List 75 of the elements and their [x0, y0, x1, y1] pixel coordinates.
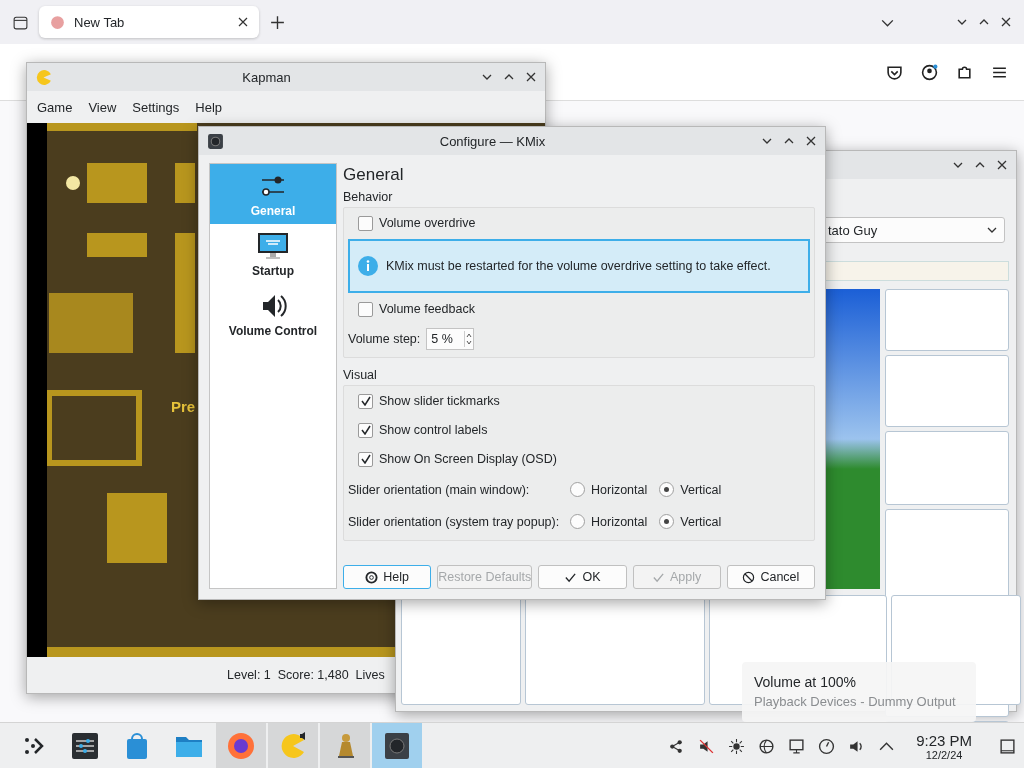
radio-label[interactable]: Vertical — [680, 514, 722, 529]
dialog-button[interactable]: OK — [538, 565, 627, 589]
pocket-icon[interactable] — [886, 63, 903, 81]
pacman-icon — [35, 68, 52, 86]
browser-tab[interactable]: New Tab — [39, 6, 259, 38]
spin-arrows-icon[interactable] — [464, 331, 474, 347]
plus-icon[interactable] — [269, 13, 286, 31]
spin-box[interactable]: 5 % — [426, 328, 475, 350]
checkbox[interactable] — [358, 301, 373, 317]
close-icon[interactable] — [525, 71, 537, 83]
clock[interactable]: 9:23 PM 12/2/24 — [916, 731, 972, 761]
notification-text: Playback Devices - Dummy Output — [754, 694, 957, 709]
notification-title: Volume at 100% — [754, 674, 857, 690]
field-label: Slider orientation (system tray popup): — [348, 514, 561, 529]
figure-icon[interactable] — [337, 734, 355, 758]
account-icon[interactable] — [921, 63, 938, 81]
show-desktop-icon[interactable] — [999, 737, 1016, 755]
checkbox[interactable] — [358, 451, 373, 467]
field-label: Slider orientation (main window): — [348, 482, 531, 497]
gauge-icon[interactable] — [818, 737, 836, 755]
info-icon — [358, 256, 378, 276]
menu-item[interactable]: View — [82, 97, 123, 117]
menu-item[interactable]: Settings — [126, 97, 186, 117]
monitor-icon — [256, 230, 290, 262]
folder-icon[interactable] — [176, 737, 202, 757]
sticker-tile[interactable] — [885, 355, 1009, 427]
radio-label[interactable]: Horizontal — [591, 514, 648, 529]
game-text: Pre — [171, 398, 196, 415]
launcher-icon[interactable] — [25, 738, 44, 754]
checkbox-label[interactable]: Show control labels — [379, 423, 488, 437]
status-text: Level: 1 Score: 1,480 Lives — [227, 668, 385, 682]
taskbar-app[interactable] — [372, 723, 422, 768]
checkbox-label[interactable]: Volume feedback — [379, 302, 475, 316]
page-heading: General — [343, 164, 405, 186]
radio-label[interactable]: Horizontal — [591, 482, 648, 497]
cancel-icon — [742, 570, 756, 584]
radio-button[interactable] — [659, 514, 675, 529]
monitor-icon[interactable] — [788, 737, 806, 755]
lifebuoy-icon — [365, 570, 379, 584]
page-item[interactable]: Startup — [210, 224, 336, 284]
muted-speaker-icon[interactable] — [698, 737, 716, 755]
message-text: KMix must be restarted for the volume overdrive setting to take effect. — [386, 259, 771, 273]
close-icon[interactable] — [996, 159, 1008, 171]
radio-button[interactable] — [570, 514, 585, 529]
dialog-button[interactable]: Cancel — [726, 565, 815, 589]
checkbox[interactable] — [358, 215, 373, 231]
section-title: Behavior — [343, 189, 394, 206]
checkbox[interactable] — [358, 422, 373, 438]
speaker-box-icon — [207, 132, 224, 150]
close-icon[interactable] — [805, 135, 817, 147]
checkbox-label[interactable]: Show On Screen Display (OSD) — [379, 452, 557, 466]
settings-icon[interactable] — [72, 733, 98, 759]
field-label: Volume step: — [348, 332, 421, 346]
pacman-icon[interactable] — [281, 732, 305, 758]
menu-item[interactable]: Help — [189, 97, 229, 117]
tab-title: New Tab — [74, 14, 126, 30]
checkbox[interactable] — [358, 393, 373, 409]
sticker-tile[interactable] — [885, 431, 1009, 505]
checkbox-label[interactable]: Volume overdrive — [379, 216, 476, 230]
window-title: Kapman — [241, 69, 292, 85]
close-icon[interactable] — [1000, 16, 1012, 28]
sticker-tile[interactable] — [885, 289, 1009, 351]
close-icon[interactable] — [237, 16, 249, 28]
section-title: Visual — [343, 367, 378, 384]
menu-item[interactable]: Game — [31, 97, 79, 117]
browser-icon[interactable] — [228, 733, 254, 759]
radio-button[interactable] — [570, 482, 585, 497]
brightness-icon[interactable] — [728, 737, 746, 755]
checkbox-label[interactable]: Show slider tickmarks — [379, 394, 500, 408]
window-title: Configure — KMix — [438, 133, 547, 149]
dialog-button[interactable]: Help — [343, 565, 432, 589]
radio-button[interactable] — [659, 482, 675, 497]
radio-label[interactable]: Vertical — [680, 482, 722, 497]
shopping-bag-icon[interactable] — [127, 733, 147, 759]
page-item[interactable]: Volume Control — [210, 284, 336, 344]
